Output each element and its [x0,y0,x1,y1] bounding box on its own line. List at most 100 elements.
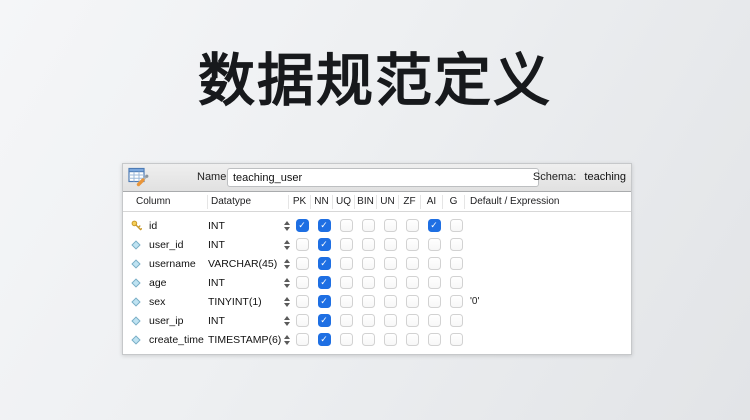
checkbox-pk[interactable] [296,257,309,270]
page-title: 数据规范定义 [0,50,750,113]
table-row[interactable]: user_id INT [123,235,631,254]
checkbox-pk[interactable] [296,238,309,251]
diamond-icon [131,240,141,250]
checkbox-pk[interactable] [296,276,309,289]
checkbox-uq[interactable] [340,238,353,251]
column-datatype[interactable]: VARCHAR(45) [208,258,282,270]
checkbox-ai[interactable] [428,219,441,232]
checkbox-un[interactable] [384,314,397,327]
checkbox-uq[interactable] [340,314,353,327]
checkbox-ai[interactable] [428,238,441,251]
column-datatype[interactable]: TINYINT(1) [208,296,282,308]
checkbox-zf[interactable] [406,219,419,232]
checkbox-zf[interactable] [406,333,419,346]
datatype-stepper[interactable] [282,240,291,250]
stepper-up-icon [284,335,290,339]
column-datatype[interactable]: INT [208,239,282,251]
checkbox-uq[interactable] [340,276,353,289]
checkbox-un[interactable] [384,276,397,289]
checkbox-bin[interactable] [362,276,375,289]
column-datatype[interactable]: TIMESTAMP(6) [208,334,282,346]
checkbox-ai[interactable] [428,333,441,346]
checkbox-zf[interactable] [406,276,419,289]
table-row[interactable]: id INT [123,216,631,235]
checkbox-un[interactable] [384,219,397,232]
checkbox-ai[interactable] [428,295,441,308]
header-datatype: Datatype [208,195,289,209]
table-row[interactable]: user_ip INT [123,311,631,330]
stepper-up-icon [284,240,290,244]
stepper-up-icon [284,221,290,225]
datatype-stepper[interactable] [282,278,291,288]
table-row[interactable]: sex TINYINT(1) '0' [123,292,631,311]
checkbox-bin[interactable] [362,257,375,270]
checkbox-uq[interactable] [340,219,353,232]
column-name[interactable]: create_time [149,334,208,346]
checkbox-g[interactable] [450,238,463,251]
checkbox-nn[interactable] [318,295,331,308]
checkbox-bin[interactable] [362,314,375,327]
checkbox-g[interactable] [450,276,463,289]
checkbox-uq[interactable] [340,257,353,270]
header-pk: PK [289,195,311,209]
checkbox-un[interactable] [384,333,397,346]
checkbox-nn[interactable] [318,219,331,232]
checkbox-bin[interactable] [362,219,375,232]
checkbox-g[interactable] [450,314,463,327]
header-zf: ZF [399,195,421,209]
checkbox-nn[interactable] [318,257,331,270]
columns-grid: Column Datatype PK NN UQ BIN UN ZF AI G … [123,192,631,354]
checkbox-nn[interactable] [318,238,331,251]
checkbox-ai[interactable] [428,276,441,289]
checkbox-un[interactable] [384,295,397,308]
checkbox-un[interactable] [384,238,397,251]
table-row[interactable]: age INT [123,273,631,292]
column-name[interactable]: id [149,220,208,232]
datatype-stepper[interactable] [282,221,291,231]
checkbox-zf[interactable] [406,295,419,308]
checkbox-pk[interactable] [296,314,309,327]
checkbox-pk[interactable] [296,333,309,346]
table-name-input[interactable] [227,168,539,187]
datatype-stepper[interactable] [282,335,291,345]
column-datatype[interactable]: INT [208,315,282,327]
datatype-stepper[interactable] [282,316,291,326]
table-row[interactable]: username VARCHAR(45) [123,254,631,273]
checkbox-g[interactable] [450,257,463,270]
checkbox-ai[interactable] [428,257,441,270]
checkbox-zf[interactable] [406,257,419,270]
checkbox-g[interactable] [450,333,463,346]
checkbox-uq[interactable] [340,333,353,346]
checkbox-bin[interactable] [362,295,375,308]
checkbox-g[interactable] [450,295,463,308]
header-uq: UQ [333,195,355,209]
checkbox-nn[interactable] [318,314,331,327]
column-datatype[interactable]: INT [208,277,282,289]
checkbox-pk[interactable] [296,295,309,308]
column-name[interactable]: user_id [149,239,208,251]
checkbox-zf[interactable] [406,238,419,251]
checkbox-ai[interactable] [428,314,441,327]
stepper-down-icon [284,322,290,326]
checkbox-bin[interactable] [362,238,375,251]
checkbox-un[interactable] [384,257,397,270]
column-name[interactable]: username [149,258,208,270]
checkbox-pk[interactable] [296,219,309,232]
column-default[interactable]: '0' [467,296,631,307]
checkbox-nn[interactable] [318,333,331,346]
header-bin: BIN [355,195,377,209]
checkbox-bin[interactable] [362,333,375,346]
diamond-icon [131,259,141,269]
checkbox-nn[interactable] [318,276,331,289]
column-name[interactable]: user_ip [149,315,208,327]
checkbox-uq[interactable] [340,295,353,308]
column-name[interactable]: age [149,277,208,289]
column-name[interactable]: sex [149,296,208,308]
table-row[interactable]: create_time TIMESTAMP(6) [123,330,631,349]
diamond-icon [131,316,141,326]
checkbox-g[interactable] [450,219,463,232]
checkbox-zf[interactable] [406,314,419,327]
datatype-stepper[interactable] [282,259,291,269]
column-datatype[interactable]: INT [208,220,282,232]
datatype-stepper[interactable] [282,297,291,307]
